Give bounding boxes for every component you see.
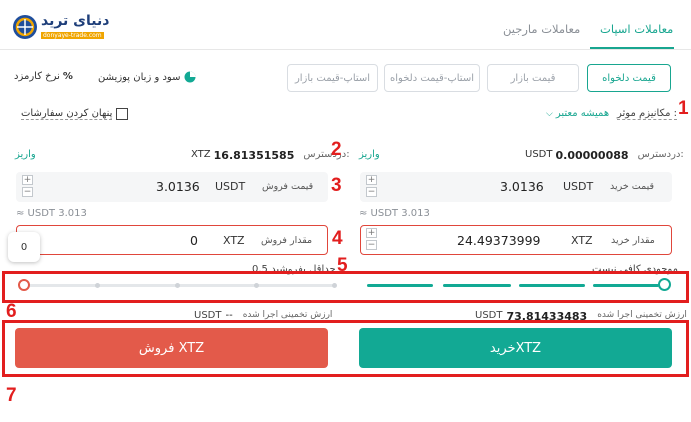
annotation-box-buttons <box>2 320 689 377</box>
sell-amount-value[interactable]: 0 <box>190 233 198 248</box>
annotation-number-6: 6 <box>6 301 17 322</box>
buy-price-unit: USDT <box>563 180 594 193</box>
buy-price-approx: ≈ USDT 3.013 <box>359 208 430 219</box>
mechanism-label: مکانیزم موثر : <box>617 108 677 120</box>
pnl-label: سود و زبان پوزیشن <box>98 71 181 83</box>
percent-badge[interactable]: 0 <box>8 232 40 262</box>
buy-amount-increment[interactable]: + <box>366 228 377 238</box>
sell-price-field[interactable]: + − 3.0136 USDT قیمت فروش <box>16 172 328 202</box>
annotation-number-5: 5 <box>337 255 348 276</box>
annotation-number-7: 7 <box>6 385 17 406</box>
globe-logo-icon <box>13 15 37 39</box>
sell-amount-unit: XTZ <box>223 234 245 247</box>
mechanism-select[interactable]: ⌵ همیشه معتبر <box>546 108 609 119</box>
buy-amount-field[interactable]: + − 24.49373999 XTZ مقدار خرید <box>360 225 672 255</box>
sell-price-increment[interactable]: + <box>22 175 33 185</box>
annotation-number-4: 4 <box>332 228 343 249</box>
sell-available: XTZ 16.81351585 دردسترس: <box>191 149 350 162</box>
sell-price-approx: ≈ USDT 3.013 <box>16 208 87 219</box>
pnl-toggle[interactable]: سود و زبان پوزیشن <box>98 71 196 83</box>
buy-amount-value[interactable]: 24.49373999 <box>457 233 541 248</box>
buy-price-decrement[interactable]: − <box>366 187 377 197</box>
sell-amount-label: مقدار فروش <box>261 235 313 246</box>
order-type-limit-button[interactable]: قیمت دلخواه <box>587 64 671 92</box>
buy-amount-decrement[interactable]: − <box>366 240 377 250</box>
annotation-number-1: 1 <box>678 98 689 119</box>
hide-orders-checkbox[interactable] <box>116 108 128 120</box>
sell-deposit-link[interactable]: واریز <box>15 149 36 160</box>
buy-price-label: قیمت خرید <box>610 181 654 192</box>
tab-spot[interactable]: معاملات اسپات <box>600 22 673 36</box>
logo: دنیای ترید donyaye-trade.com <box>12 10 109 44</box>
sell-price-label: قیمت فروش <box>262 181 314 192</box>
annotation-number-3: 3 <box>331 175 342 196</box>
buy-price-value[interactable]: 3.0136 <box>500 179 544 194</box>
fee-rate-label: نرخ کارمزد <box>14 71 60 82</box>
annotation-number-2: 2 <box>331 139 342 160</box>
buy-price-field[interactable]: + − 3.0136 USDT قیمت خرید <box>360 172 672 202</box>
order-type-stop-market-button[interactable]: استاپ-قیمت بازار <box>287 64 378 92</box>
tabs-divider <box>0 49 691 50</box>
buy-deposit-link[interactable]: واریز <box>359 149 380 160</box>
buy-amount-unit: XTZ <box>571 234 593 247</box>
buy-available: USDT 0.00000088 دردسترس: <box>525 149 684 162</box>
order-type-stop-limit-button[interactable]: استاپ-قیمت دلخواه <box>384 64 480 92</box>
hide-orders-label: پنهان کردن سفارشات <box>21 108 113 120</box>
sell-price-decrement[interactable]: − <box>22 187 33 197</box>
percent-icon: % <box>62 71 73 82</box>
chevron-down-icon: ⌵ <box>546 108 553 119</box>
buy-price-increment[interactable]: + <box>366 175 377 185</box>
buy-amount-label: مقدار خرید <box>611 235 655 246</box>
logo-url: donyaye-trade.com <box>41 32 104 39</box>
sell-price-value[interactable]: 3.0136 <box>156 179 200 194</box>
mechanism-value: همیشه معتبر <box>555 108 610 119</box>
sell-amount-field[interactable]: 0 XTZ مقدار فروش <box>16 225 328 255</box>
sell-price-unit: USDT <box>215 180 246 193</box>
order-type-market-button[interactable]: قیمت بازار <box>487 64 579 92</box>
tab-margin[interactable]: معاملات مارجین <box>503 22 580 36</box>
logo-text: دنیای ترید <box>41 13 110 29</box>
pie-chart-icon <box>184 71 196 83</box>
fee-rate-link[interactable]: نرخ کارمزد % <box>14 71 73 82</box>
